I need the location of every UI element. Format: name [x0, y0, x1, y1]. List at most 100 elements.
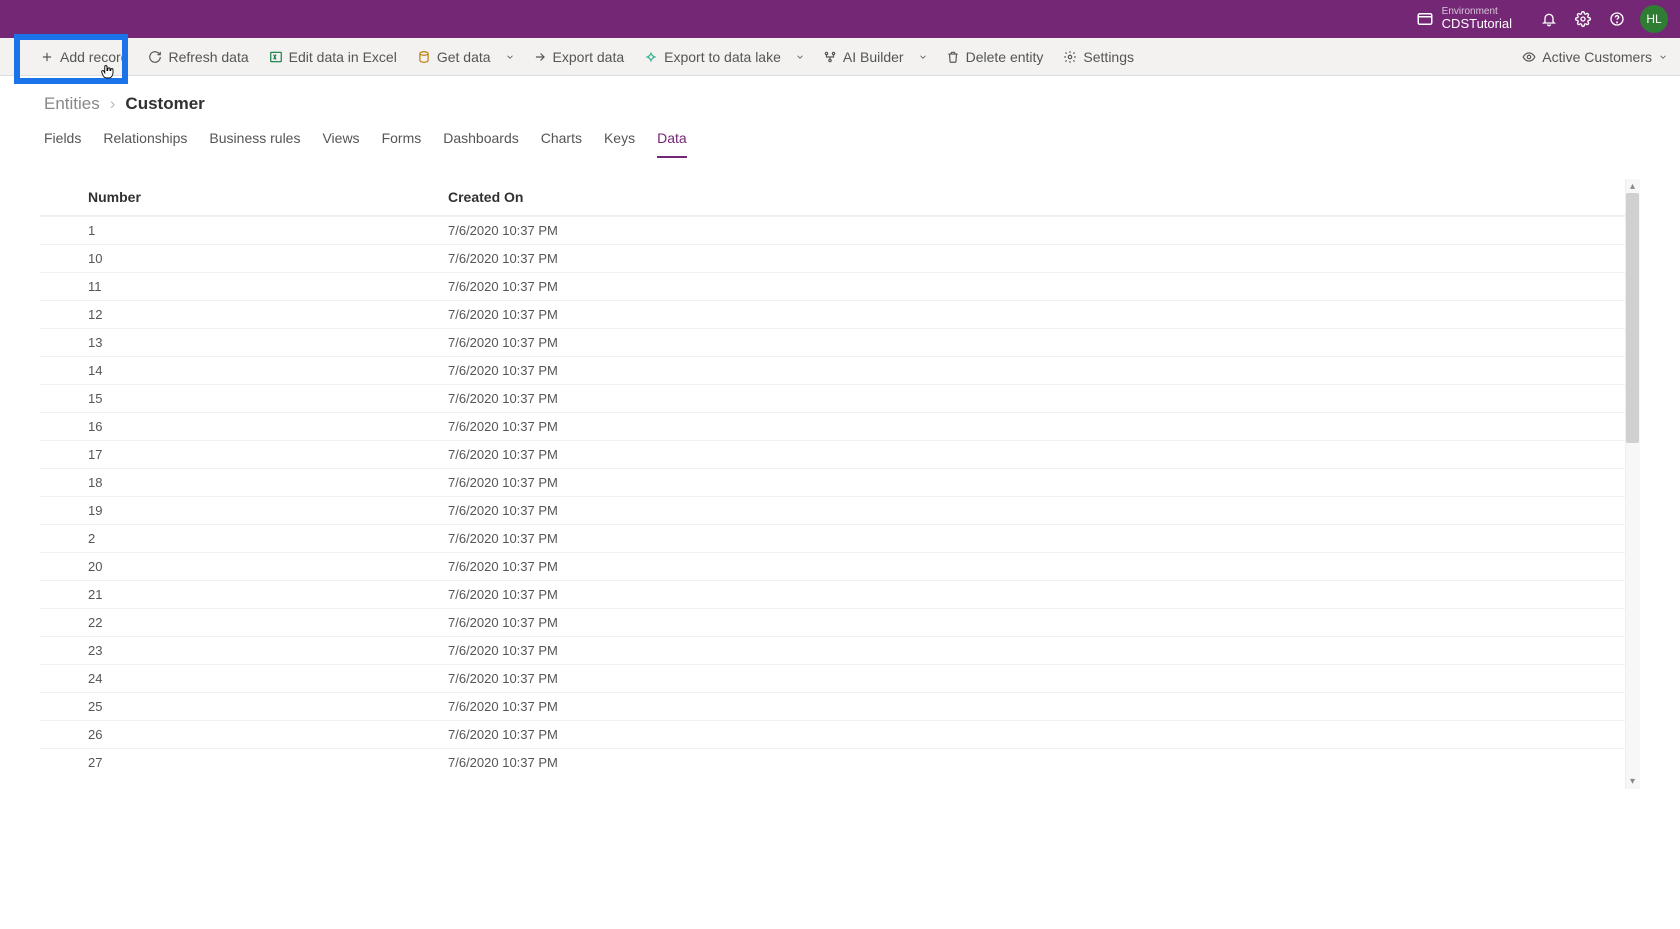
- cell-number: 19: [88, 503, 448, 519]
- avatar-initials: HL: [1646, 12, 1661, 26]
- cell-created: 7/6/2020 10:37 PM: [448, 391, 1640, 407]
- table-row[interactable]: 227/6/2020 10:37 PM: [40, 608, 1640, 636]
- table-row[interactable]: 217/6/2020 10:37 PM: [40, 580, 1640, 608]
- cell-created: 7/6/2020 10:37 PM: [448, 475, 1640, 491]
- cell-number: 25: [88, 699, 448, 715]
- cell-number: 21: [88, 587, 448, 603]
- cell-number: 23: [88, 643, 448, 659]
- notifications-icon[interactable]: [1532, 2, 1566, 36]
- scroll-thumb[interactable]: [1626, 193, 1639, 443]
- cell-created: 7/6/2020 10:37 PM: [448, 699, 1640, 715]
- cell-number: 20: [88, 559, 448, 575]
- tab-data[interactable]: Data: [657, 130, 687, 158]
- refresh-data-button[interactable]: Refresh data: [138, 38, 258, 75]
- table-row[interactable]: 107/6/2020 10:37 PM: [40, 244, 1640, 272]
- environment-icon: [1416, 10, 1434, 28]
- table-header: Number Created On: [40, 179, 1640, 216]
- column-header-number[interactable]: Number: [88, 189, 448, 205]
- add-record-button[interactable]: Add record: [30, 38, 138, 75]
- tab-views[interactable]: Views: [322, 130, 359, 158]
- scroll-up-icon[interactable]: ▴: [1627, 181, 1638, 192]
- export-datalake-label: Export to data lake: [664, 49, 781, 65]
- tab-business-rules[interactable]: Business rules: [209, 130, 300, 158]
- table-row[interactable]: 237/6/2020 10:37 PM: [40, 636, 1640, 664]
- cell-created: 7/6/2020 10:37 PM: [448, 279, 1640, 295]
- cell-created: 7/6/2020 10:37 PM: [448, 447, 1640, 463]
- ai-builder-label: AI Builder: [843, 49, 904, 65]
- table-row[interactable]: 137/6/2020 10:37 PM: [40, 328, 1640, 356]
- delete-entity-button[interactable]: Delete entity: [936, 38, 1054, 75]
- settings-icon[interactable]: [1566, 2, 1600, 36]
- breadcrumb-parent[interactable]: Entities: [44, 94, 100, 114]
- tab-dashboards[interactable]: Dashboards: [443, 130, 519, 158]
- cell-number: 24: [88, 671, 448, 687]
- environment-selector[interactable]: Environment CDSTutorial: [1416, 6, 1512, 31]
- cell-created: 7/6/2020 10:37 PM: [448, 419, 1640, 435]
- cell-created: 7/6/2020 10:37 PM: [448, 643, 1640, 659]
- cell-number: 18: [88, 475, 448, 491]
- table-row[interactable]: 267/6/2020 10:37 PM: [40, 720, 1640, 748]
- cell-number: 27: [88, 755, 448, 771]
- add-record-label: Add record: [60, 49, 128, 65]
- ai-builder-caret[interactable]: [914, 52, 932, 62]
- chevron-down-icon: [1658, 52, 1668, 62]
- user-avatar[interactable]: HL: [1640, 5, 1668, 33]
- cell-number: 17: [88, 447, 448, 463]
- table-row[interactable]: 147/6/2020 10:37 PM: [40, 356, 1640, 384]
- cell-created: 7/6/2020 10:37 PM: [448, 503, 1640, 519]
- cell-number: 12: [88, 307, 448, 323]
- cell-created: 7/6/2020 10:37 PM: [448, 671, 1640, 687]
- export-data-label: Export data: [553, 49, 625, 65]
- tab-forms[interactable]: Forms: [382, 130, 422, 158]
- eye-icon: [1522, 50, 1536, 64]
- cell-created: 7/6/2020 10:37 PM: [448, 251, 1640, 267]
- table-row[interactable]: 257/6/2020 10:37 PM: [40, 692, 1640, 720]
- table-row[interactable]: 207/6/2020 10:37 PM: [40, 552, 1640, 580]
- view-selector[interactable]: Active Customers: [1522, 49, 1668, 65]
- table-row[interactable]: 167/6/2020 10:37 PM: [40, 412, 1640, 440]
- cell-number: 22: [88, 615, 448, 631]
- global-header: Environment CDSTutorial HL: [0, 0, 1680, 38]
- cell-number: 14: [88, 363, 448, 379]
- settings-button[interactable]: Settings: [1053, 38, 1144, 75]
- tab-fields[interactable]: Fields: [44, 130, 81, 158]
- table-row[interactable]: 277/6/2020 10:37 PM: [40, 748, 1640, 776]
- get-data-button[interactable]: Get data: [407, 38, 501, 75]
- table-row[interactable]: 197/6/2020 10:37 PM: [40, 496, 1640, 524]
- table-row[interactable]: 127/6/2020 10:37 PM: [40, 300, 1640, 328]
- table-row[interactable]: 177/6/2020 10:37 PM: [40, 440, 1640, 468]
- cell-created: 7/6/2020 10:37 PM: [448, 223, 1640, 239]
- table-row[interactable]: 27/6/2020 10:37 PM: [40, 524, 1640, 552]
- cell-number: 11: [88, 279, 448, 295]
- export-datalake-button[interactable]: Export to data lake: [634, 38, 791, 75]
- cell-created: 7/6/2020 10:37 PM: [448, 559, 1640, 575]
- tab-charts[interactable]: Charts: [541, 130, 582, 158]
- table-row[interactable]: 117/6/2020 10:37 PM: [40, 272, 1640, 300]
- data-table: Number Created On 17/6/2020 10:37 PM107/…: [40, 179, 1640, 789]
- settings-button-label: Settings: [1083, 49, 1134, 65]
- table-row[interactable]: 247/6/2020 10:37 PM: [40, 664, 1640, 692]
- table-body: 17/6/2020 10:37 PM107/6/2020 10:37 PM117…: [40, 216, 1640, 776]
- cell-number: 16: [88, 419, 448, 435]
- column-header-created[interactable]: Created On: [448, 189, 1640, 205]
- table-row[interactable]: 187/6/2020 10:37 PM: [40, 468, 1640, 496]
- get-data-label: Get data: [437, 49, 491, 65]
- cell-number: 1: [88, 223, 448, 239]
- delete-entity-label: Delete entity: [966, 49, 1044, 65]
- cell-created: 7/6/2020 10:37 PM: [448, 727, 1640, 743]
- tab-relationships[interactable]: Relationships: [103, 130, 187, 158]
- edit-in-excel-button[interactable]: Edit data in Excel: [259, 38, 407, 75]
- scroll-down-icon[interactable]: ▾: [1627, 776, 1638, 787]
- export-datalake-caret[interactable]: [791, 52, 809, 62]
- cell-created: 7/6/2020 10:37 PM: [448, 363, 1640, 379]
- export-data-button[interactable]: Export data: [523, 38, 635, 75]
- tab-keys[interactable]: Keys: [604, 130, 635, 158]
- scrollbar[interactable]: ▴ ▾: [1625, 179, 1640, 789]
- get-data-caret[interactable]: [501, 52, 519, 62]
- table-row[interactable]: 157/6/2020 10:37 PM: [40, 384, 1640, 412]
- ai-builder-button[interactable]: AI Builder: [813, 38, 914, 75]
- table-row[interactable]: 17/6/2020 10:37 PM: [40, 216, 1640, 244]
- cell-created: 7/6/2020 10:37 PM: [448, 587, 1640, 603]
- cell-number: 15: [88, 391, 448, 407]
- help-icon[interactable]: [1600, 2, 1634, 36]
